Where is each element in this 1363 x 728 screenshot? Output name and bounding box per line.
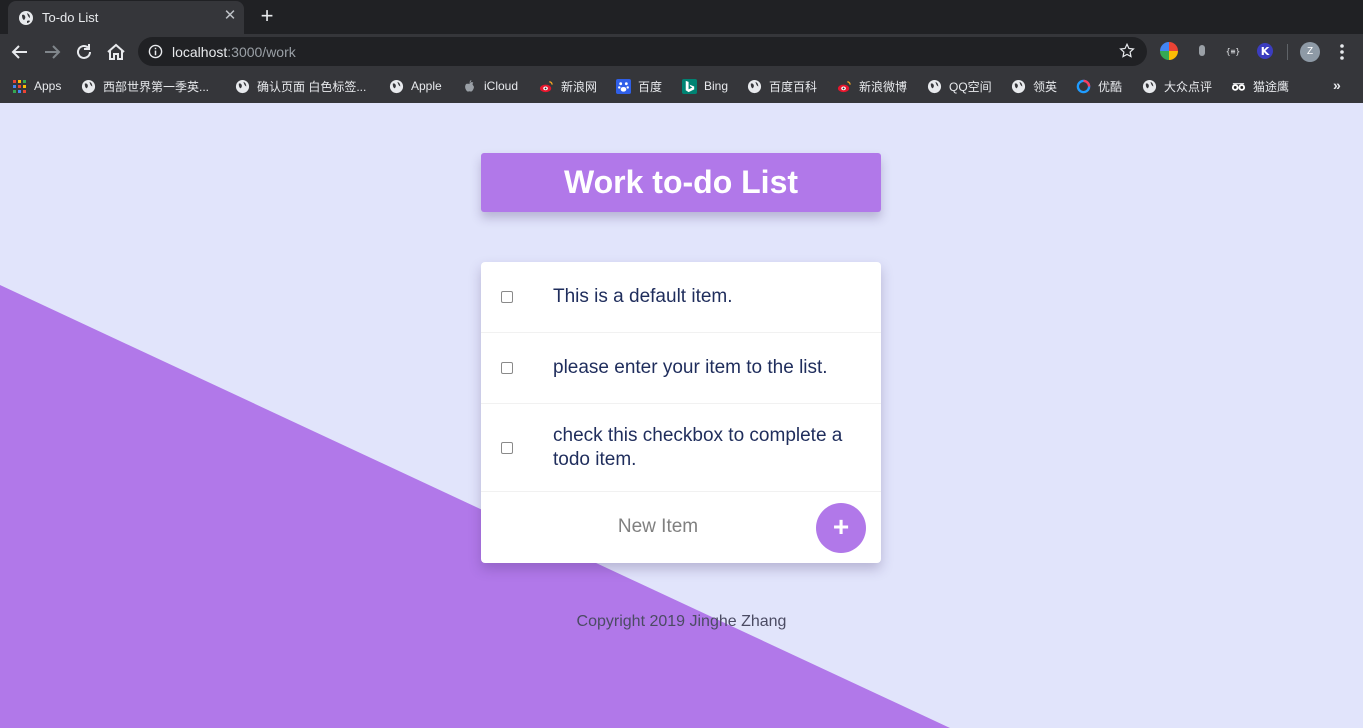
apps-grid-icon: [13, 79, 26, 93]
bookmark-item[interactable]: 猫途鹰: [1231, 76, 1289, 96]
bookmark-label: QQ空间: [949, 79, 992, 94]
new-tab-button[interactable]: +: [256, 5, 278, 28]
item-checkbox[interactable]: [501, 291, 513, 303]
bookmark-item[interactable]: 领英: [1011, 76, 1057, 96]
bookmark-label: Bing: [704, 79, 729, 93]
bookmark-label: 猫途鹰: [1253, 79, 1290, 94]
apple-logo-icon: [465, 79, 474, 92]
bookmark-item[interactable]: iCloud: [462, 76, 518, 96]
globe-icon: [19, 11, 33, 25]
bookmark-label: 领英: [1033, 79, 1058, 94]
browser-tab-strip: To-do List ✕ +: [0, 0, 1363, 34]
bookmark-item[interactable]: 大众点评: [1142, 76, 1212, 96]
bookmark-label: Apps: [34, 79, 62, 93]
globe-icon: [747, 79, 762, 93]
bookmark-label: iCloud: [484, 79, 519, 93]
globe-icon: [1011, 79, 1026, 93]
page-body: Work to-do List This is a default item. …: [0, 103, 1363, 728]
youku-icon: [1076, 79, 1091, 93]
bookmark-item[interactable]: 新浪微博: [837, 76, 907, 96]
baidu-paw-icon: [616, 78, 631, 94]
item-text: check this checkbox to complete a todo i…: [553, 425, 843, 470]
globe-icon: [389, 79, 404, 93]
footer-copyright: Copyright 2019 Jinghe Zhang: [576, 613, 787, 630]
url-path: :3000/work: [227, 44, 296, 60]
item-checkbox[interactable]: [501, 362, 513, 374]
item-text: please enter your item to the list.: [553, 357, 828, 378]
bookmark-item[interactable]: Apple: [389, 76, 442, 96]
browser-toolbar: localhost:3000/work {≡} K Z: [0, 34, 1363, 69]
extension-k-icon[interactable]: K: [1256, 42, 1274, 60]
kebab-menu-icon[interactable]: [1334, 42, 1350, 62]
globe-icon: [81, 79, 96, 93]
weibo-icon: [539, 80, 553, 92]
extension-braces-icon[interactable]: {≡}: [1224, 42, 1242, 60]
bookmark-apps[interactable]: Apps: [12, 76, 61, 96]
bookmark-item[interactable]: Bing: [682, 76, 728, 96]
bookmark-label: 西部世界第一季英...: [103, 79, 210, 94]
bing-icon: [682, 78, 697, 94]
svg-text:K: K: [1261, 45, 1270, 58]
list-item: check this checkbox to complete a todo i…: [481, 404, 881, 492]
address-bar[interactable]: localhost:3000/work: [138, 37, 1147, 66]
extension-color-icon[interactable]: [1160, 42, 1178, 60]
bookmark-label: 新浪网: [561, 79, 598, 94]
svg-text:{≡}: {≡}: [1226, 47, 1240, 56]
weibo-icon: [837, 80, 851, 92]
url-host: localhost: [172, 44, 228, 60]
back-arrow-icon[interactable]: [8, 40, 32, 64]
tripadvisor-icon: [1231, 82, 1246, 91]
forward-arrow-icon[interactable]: [40, 40, 64, 64]
home-icon[interactable]: [104, 40, 128, 64]
globe-icon: [927, 79, 942, 93]
bookmark-item[interactable]: 百度百科: [747, 76, 817, 96]
bookmark-item[interactable]: 优酷: [1076, 76, 1122, 96]
globe-icon: [1142, 79, 1157, 93]
heading-box: Work to-do List: [481, 153, 881, 212]
new-item-form: New Item +: [481, 492, 881, 563]
bookmarks-bar: Apps 西部世界第一季英... 确认页面 白色标签... Apple iClo…: [0, 69, 1363, 103]
bookmark-label: 新浪微博: [859, 79, 908, 94]
bookmark-item[interactable]: 百度: [616, 76, 662, 96]
url-text[interactable]: localhost:3000/work: [172, 44, 296, 60]
close-tab-icon[interactable]: ✕: [222, 8, 238, 24]
bookmark-label: 百度百科: [769, 79, 818, 94]
bookmark-label: Apple: [411, 79, 442, 93]
bookmark-item[interactable]: 确认页面 白色标签...: [235, 76, 366, 96]
toolbar-separator: [1287, 44, 1288, 60]
bookmark-item[interactable]: 西部世界第一季英...: [81, 76, 209, 96]
page-title: Work to-do List: [563, 164, 799, 200]
item-text: This is a default item.: [553, 286, 733, 307]
new-item-input[interactable]: New Item: [573, 516, 743, 538]
item-checkbox[interactable]: [501, 442, 513, 454]
info-icon[interactable]: [148, 44, 163, 59]
bookmark-label: 确认页面 白色标签...: [257, 79, 367, 94]
bookmark-item[interactable]: QQ空间: [927, 76, 992, 96]
bookmark-label: 百度: [638, 79, 663, 94]
bookmarks-overflow-icon[interactable]: »: [1333, 77, 1341, 93]
reload-icon[interactable]: [72, 40, 96, 64]
list-item: please enter your item to the list.: [481, 333, 881, 404]
bookmark-item[interactable]: 新浪网: [539, 76, 597, 96]
add-item-button[interactable]: +: [816, 503, 866, 553]
browser-tab[interactable]: To-do List ✕: [8, 1, 244, 34]
bookmark-label: 大众点评: [1164, 79, 1213, 94]
globe-icon: [235, 79, 250, 93]
list-item: This is a default item.: [481, 262, 881, 333]
bookmark-star-icon[interactable]: [1118, 42, 1136, 60]
todo-list-card: This is a default item. please enter you…: [481, 262, 881, 563]
profile-avatar[interactable]: Z: [1300, 42, 1320, 62]
bookmark-label: 优酷: [1098, 79, 1123, 94]
tab-title: To-do List: [42, 10, 99, 25]
extension-mouse-icon[interactable]: [1193, 42, 1211, 60]
